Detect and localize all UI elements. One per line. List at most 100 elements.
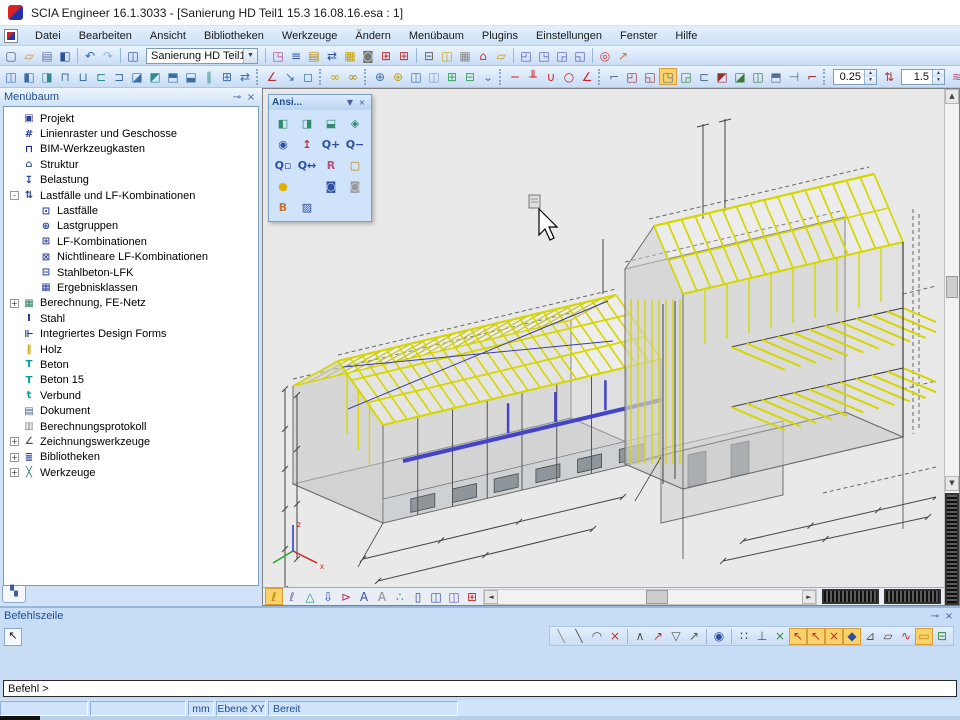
scale-spinner[interactable]: 0.25 ▲▼ — [833, 69, 877, 85]
show-loads-icon[interactable]: ⇩ — [319, 588, 337, 605]
snap-cross-icon[interactable]: × — [771, 628, 789, 645]
snap-endpoint-icon[interactable]: ╲ — [570, 628, 588, 645]
menu-item[interactable]: Menübaum — [400, 28, 473, 44]
pointer-mode-button[interactable]: ↖ — [4, 628, 22, 646]
fence-icon[interactable]: ⊞ — [377, 47, 395, 64]
toolbox-dropdown-icon[interactable]: ▼ — [344, 98, 356, 107]
tree-expander[interactable]: - — [10, 191, 19, 200]
tree-item-lf-kombinationen[interactable]: ⊞ LF-Kombinationen — [4, 234, 258, 249]
menu-item[interactable]: Bibliotheken — [195, 28, 273, 44]
add-member-icon[interactable]: ⊕ — [389, 68, 407, 85]
scale-apply-icon[interactable]: ⇅ — [880, 68, 898, 85]
database-icon[interactable]: ▤ — [305, 47, 323, 64]
model-viewport[interactable]: xz Ansi... ▼ × ◧◨⬓◈◉↥Q+Q−Q▫Q↔R▢●◙◙B▨ ▲ ▼ — [262, 88, 960, 606]
tree-expander[interactable] — [27, 222, 36, 231]
geom-angle-icon[interactable]: ∠ — [578, 68, 596, 85]
snap-point-icon[interactable]: ◆ — [843, 628, 861, 645]
profile-tool-2-icon[interactable]: ◧ — [20, 68, 38, 85]
snap-edge-icon[interactable]: ⊿ — [861, 628, 879, 645]
camera-saved-icon[interactable]: ◙ — [343, 176, 367, 197]
tree-expander[interactable] — [27, 253, 36, 262]
tree-expander[interactable] — [10, 407, 19, 416]
vscroll-track[interactable] — [945, 104, 959, 476]
tree-item-projekt[interactable]: ▣ Projekt — [4, 111, 258, 126]
document-edit-icon[interactable]: ▱ — [492, 47, 510, 64]
ansicht-toolbox-header[interactable]: Ansi... ▼ × — [269, 95, 371, 110]
close-icon[interactable]: × — [244, 92, 258, 103]
tree-item-berechnung[interactable]: + ▦ Berechnung, FE-Netz — [4, 296, 258, 311]
tree-expander[interactable] — [10, 114, 19, 123]
group-add-icon[interactable]: ⊞ — [443, 68, 461, 85]
tree-expander[interactable] — [10, 360, 19, 369]
cursor-snap-settings-icon[interactable]: ◉ — [710, 628, 728, 645]
tree-expander[interactable] — [10, 391, 19, 400]
tree-expander[interactable] — [10, 130, 19, 139]
save-all-icon[interactable]: ▤ — [38, 47, 56, 64]
view-params-icon[interactable]: ▨ — [295, 197, 319, 218]
tree-item-zeichnung[interactable]: + ∠ Zeichnungswerkzeuge — [4, 434, 258, 449]
tree-expander[interactable] — [27, 268, 36, 277]
snap-plane-icon[interactable]: ▽ — [667, 628, 685, 645]
tree-item-protokoll[interactable]: ▥ Berechnungsprotokoll — [4, 419, 258, 434]
profile-tool-9-icon[interactable]: ◩ — [146, 68, 164, 85]
frame-tool-5-icon[interactable]: ◲ — [677, 68, 695, 85]
window-a-icon[interactable]: ◫ — [427, 588, 445, 605]
command-input[interactable]: Befehl > — [3, 680, 957, 697]
window-b-icon[interactable]: ◫ — [445, 588, 463, 605]
tree-expander[interactable] — [27, 283, 36, 292]
spinner-buttons[interactable]: ▲▼ — [864, 70, 876, 84]
clipping-box-icon[interactable]: B — [271, 197, 295, 218]
member-labels-icon[interactable]: A — [355, 588, 373, 605]
hscroll-track[interactable] — [498, 590, 802, 604]
zoom-out-icon[interactable]: Q− — [343, 134, 367, 155]
snap-surface-icon[interactable]: ▱ — [879, 628, 897, 645]
pin-icon[interactable]: ⊸ — [230, 92, 244, 103]
menu-item[interactable]: Einstellungen — [527, 28, 611, 44]
tree-expander[interactable] — [10, 345, 19, 354]
walk-icon[interactable]: ↥ — [295, 134, 319, 155]
zoom-in-icon[interactable]: Q+ — [319, 134, 343, 155]
bim-house-icon[interactable]: ⌂ — [474, 47, 492, 64]
view-yz-icon[interactable]: ◨ — [295, 113, 319, 134]
frame-tool-1-icon[interactable]: ⌐ — [605, 68, 623, 85]
profile-tool-6-icon[interactable]: ⊏ — [92, 68, 110, 85]
tree-expander[interactable] — [10, 330, 19, 339]
mesh-icon[interactable]: ∴ — [391, 588, 409, 605]
tree-expander[interactable]: + — [10, 437, 19, 446]
zoom-selection-icon[interactable]: R — [319, 155, 343, 176]
tree-expander[interactable] — [10, 145, 19, 154]
scroll-up-icon[interactable]: ▲ — [945, 89, 959, 104]
profile-tool-14-icon[interactable]: ⇄ — [236, 68, 254, 85]
wave-icon[interactable]: ≋ — [948, 68, 960, 85]
menu-item[interactable]: Datei — [26, 28, 70, 44]
show-supports-icon[interactable]: △ — [301, 588, 319, 605]
measure-icon[interactable]: ▭ — [915, 628, 933, 645]
tree-item-bibliotheken[interactable]: + ≣ Bibliotheken — [4, 450, 258, 465]
tree-item-stahlbeton-lfk[interactable]: ⊟ Stahlbeton-LFK — [4, 265, 258, 280]
frame-tool-8-icon[interactable]: ◪ — [731, 68, 749, 85]
grid-icon[interactable]: ⊞ — [463, 588, 481, 605]
tree-item-design-forms[interactable]: ⊩ Integriertes Design Forms — [4, 326, 258, 341]
tree-item-lastfaelle-gruppe[interactable]: - ⇅ Lastfälle und LF-Kombinationen — [4, 188, 258, 203]
tree-expander[interactable] — [10, 422, 19, 431]
geom-line-icon[interactable]: ─ — [506, 68, 524, 85]
geom-circle-icon[interactable]: ○ — [560, 68, 578, 85]
transfer-icon[interactable]: ⇄ — [323, 47, 341, 64]
section-icon[interactable]: ◙ — [359, 47, 377, 64]
preview-icon[interactable]: ◫ — [438, 47, 456, 64]
camera-icon[interactable]: ◙ — [319, 176, 343, 197]
menu-item[interactable]: Bearbeiten — [70, 28, 141, 44]
tree-item-stahl[interactable]: I Stahl — [4, 311, 258, 326]
cmd-close-icon[interactable]: × — [942, 611, 956, 622]
menu-item[interactable]: Ändern — [346, 28, 399, 44]
menu-item[interactable]: Werkzeuge — [273, 28, 346, 44]
toolbox-close-icon[interactable]: × — [356, 98, 368, 107]
tree-item-belastung[interactable]: ↧ Belastung — [4, 173, 258, 188]
paste-window-icon[interactable]: ◰ — [517, 47, 535, 64]
frame-tool-3-icon[interactable]: ◱ — [641, 68, 659, 85]
scroll-left-icon[interactable]: ◄ — [484, 590, 498, 604]
tree-item-beton15[interactable]: T Beton 15 — [4, 373, 258, 388]
more-tools-chevron-icon[interactable]: ⌄ — [479, 68, 497, 85]
frame-tool-12-icon[interactable]: ⌐ — [803, 68, 821, 85]
tree-expander[interactable] — [10, 160, 19, 169]
